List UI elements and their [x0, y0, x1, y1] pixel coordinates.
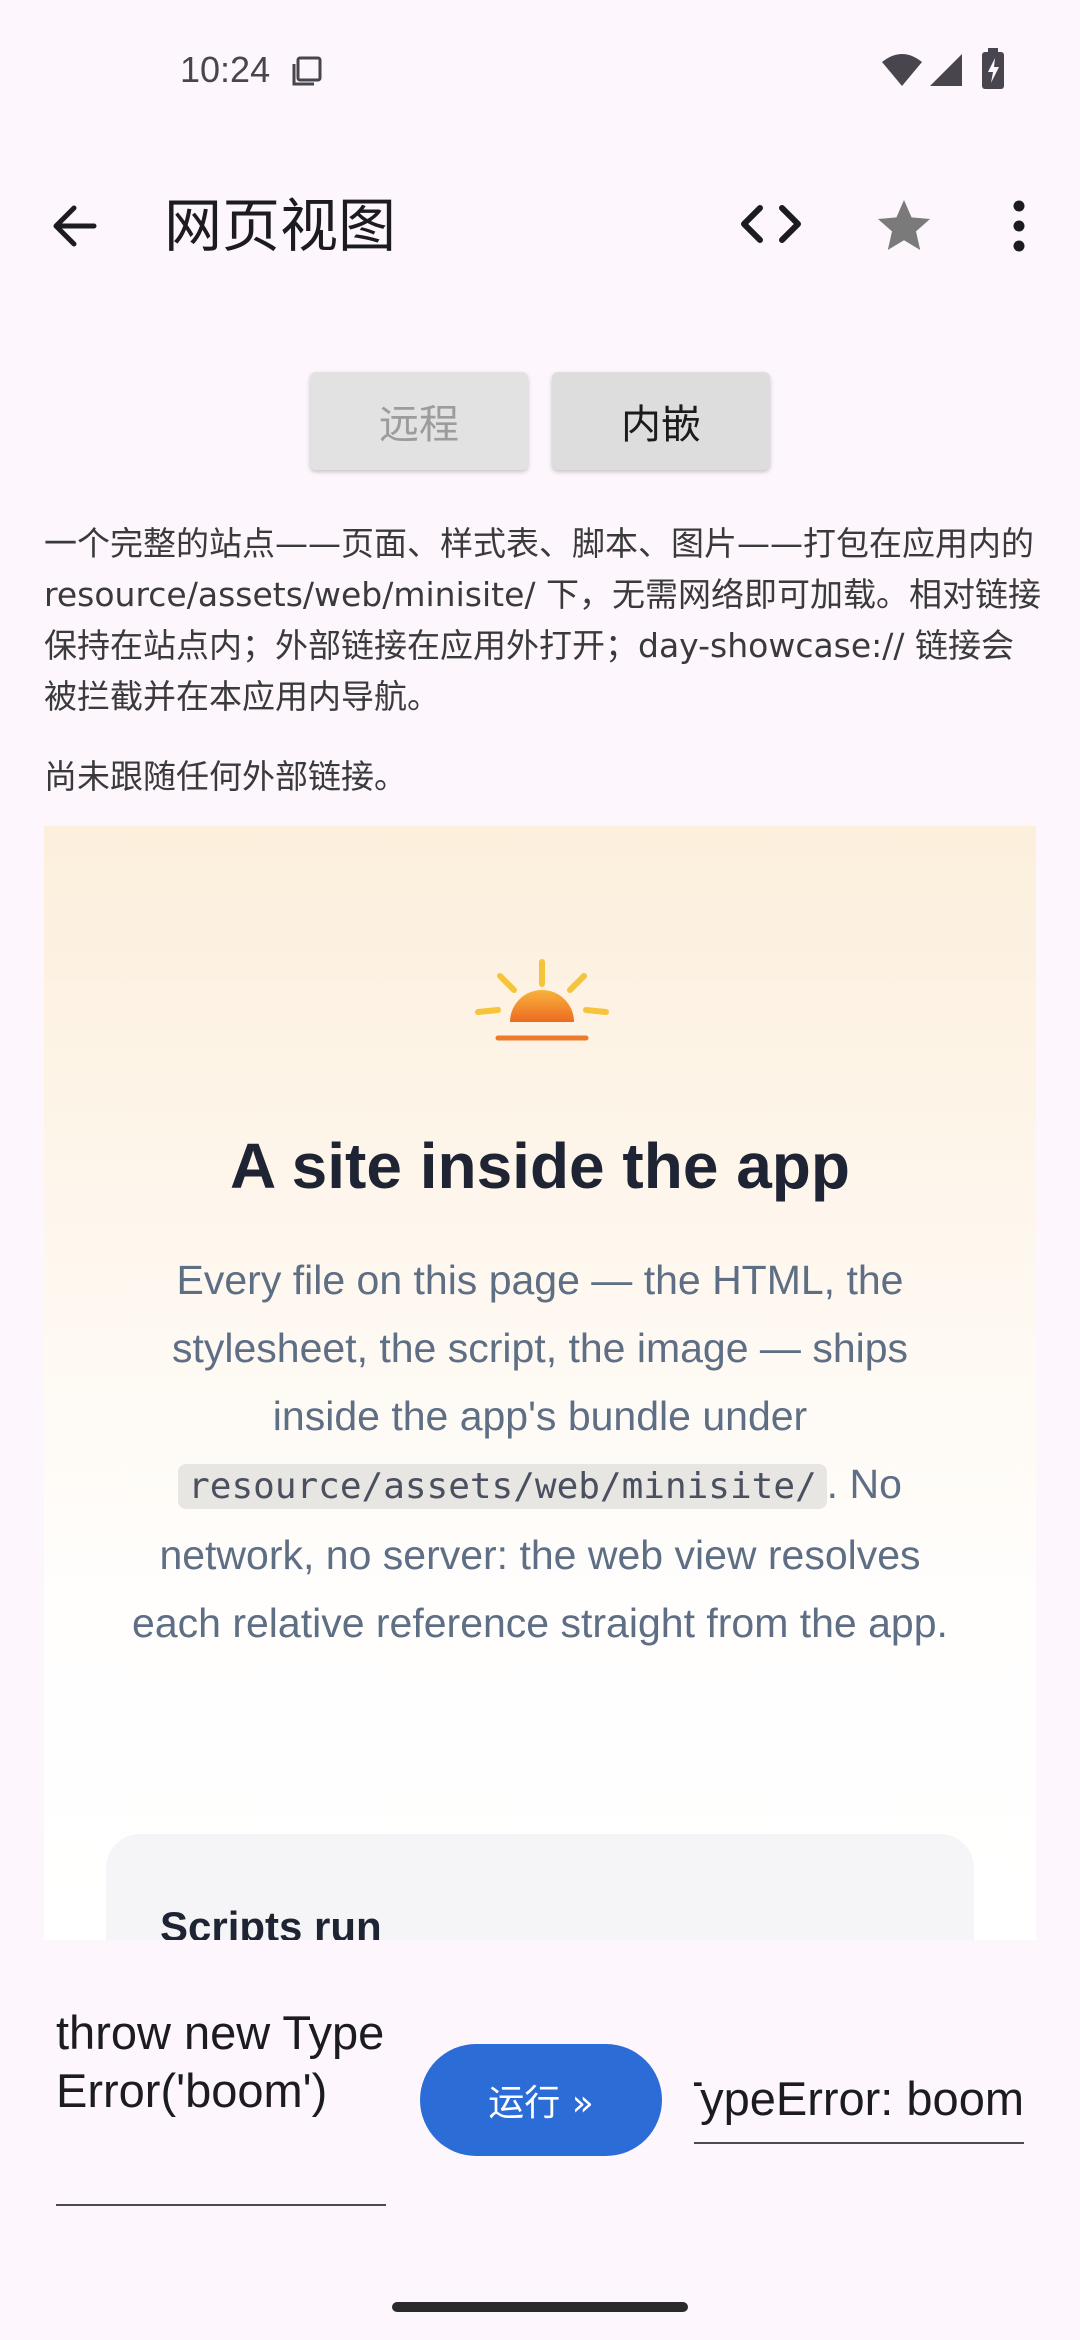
code-input[interactable]: throw new TypeError('boom') — [56, 2004, 386, 2206]
page-title: 网页视图 — [164, 192, 397, 260]
status-time: 10:24 — [180, 49, 271, 90]
cellular-icon — [930, 54, 962, 86]
star-icon[interactable] — [874, 196, 934, 256]
result-value: TypeError: boom — [694, 2072, 1024, 2125]
copy-icon — [292, 56, 322, 86]
sunrise-icon — [475, 959, 609, 1041]
more-vert-icon[interactable] — [1002, 196, 1036, 256]
tab-remote[interactable]: 远程 — [310, 372, 528, 470]
home-indicator[interactable] — [392, 2302, 688, 2312]
run-button[interactable]: 运行 » — [420, 2044, 662, 2156]
web-view[interactable]: A site inside the app Every file on this… — [44, 826, 1036, 1940]
web-body-path: resource/assets/web/minisite/ — [178, 1464, 827, 1509]
web-body-text: Every file on this page — the HTML, the … — [120, 1246, 960, 1657]
card-title: Scripts run — [160, 1903, 382, 1940]
back-button[interactable] — [44, 194, 108, 258]
description-text: 一个完整的站点——页面、样式表、脚本、图片——打包在应用内的 resource/… — [44, 524, 1041, 716]
web-title: A site inside the app — [230, 1130, 850, 1202]
wifi-icon — [882, 54, 922, 86]
link-status-text: 尚未跟随任何外部链接。 — [44, 757, 407, 796]
tab-inline[interactable]: 内嵌 — [552, 372, 770, 470]
code-icon[interactable] — [738, 196, 804, 252]
web-body-text-start: Every file on this page — the HTML, the … — [171, 1257, 909, 1439]
battery-charging-icon — [982, 48, 1004, 89]
result-field[interactable]: TypeError: boom — [694, 2052, 1024, 2144]
scripts-card: Scripts run — [106, 1834, 974, 1940]
